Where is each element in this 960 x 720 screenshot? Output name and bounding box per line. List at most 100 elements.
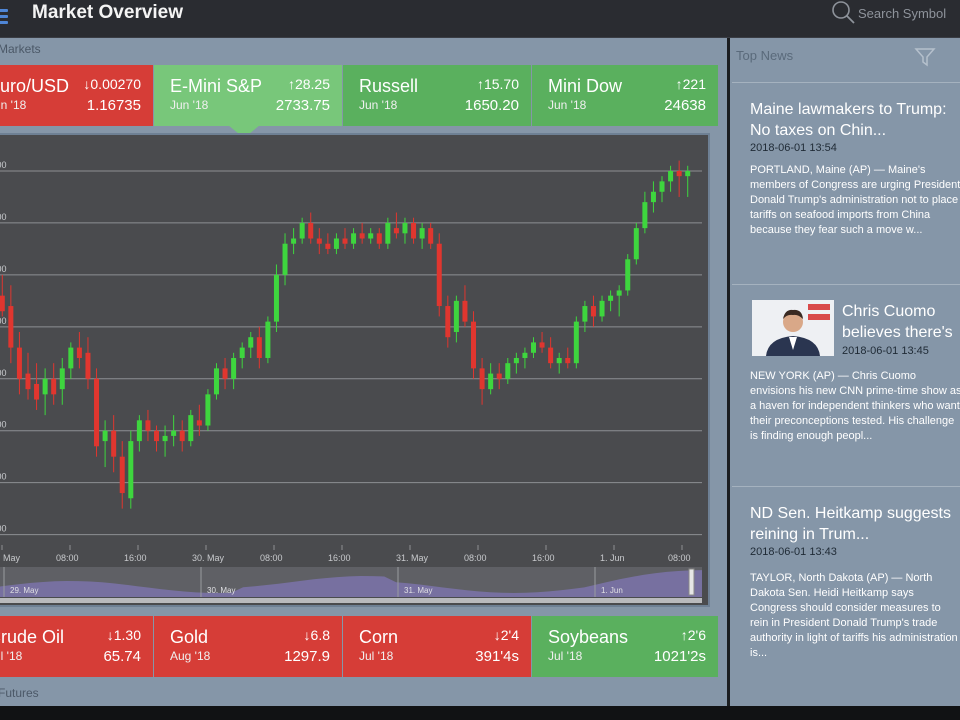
- news-headline: Chris Cuomo believes there's: [842, 303, 953, 341]
- candle-body: [308, 222, 314, 239]
- candle-body: [402, 222, 408, 234]
- market-tile-price: 391'4s: [475, 648, 519, 665]
- candle-body: [282, 243, 288, 275]
- market-tile-content: Gold Aug '18 ↓6.8 1297.9: [170, 616, 342, 677]
- market-tile-name: Corn: [359, 627, 399, 647]
- market-tile-change: ↑28.25: [287, 76, 330, 92]
- candle-body: [188, 415, 194, 442]
- candle-body: [145, 420, 151, 431]
- candle-body: [0, 295, 5, 312]
- navigator-label: 31. May: [404, 586, 432, 595]
- candle-body: [522, 352, 528, 358]
- candle-body: [136, 420, 142, 442]
- candle-body: [411, 222, 417, 239]
- navigator-scrollbar[interactable]: [0, 598, 702, 603]
- navigator-handle[interactable]: [688, 568, 695, 596]
- market-tile-contract: Jun '18: [548, 98, 587, 112]
- market-tile[interactable]: Euro/USD Jun '18 ↓0.00270 1.16735: [0, 65, 153, 126]
- navigator-label: 29. May: [10, 586, 38, 595]
- market-tile-contract: Jun '18: [170, 98, 209, 112]
- candle-body: [179, 430, 185, 442]
- candle-body: [16, 347, 22, 379]
- news-body: NEW YORK (AP) — Chris Cuomo envisions hi…: [750, 370, 960, 442]
- market-tile-contract: Jun '18: [0, 98, 27, 112]
- market-tile-content: Soybeans Jul '18 ↑2'6 1021'2s: [548, 616, 718, 677]
- candle-body: [436, 243, 442, 307]
- candle-body: [316, 238, 322, 244]
- candle-body: [162, 435, 168, 442]
- market-tile-price: 2733.75: [275, 97, 330, 114]
- candle-body: [34, 383, 40, 400]
- candle-body: [154, 430, 160, 442]
- candle-body: [453, 300, 459, 333]
- price-chart[interactable]: 2740.00 2730.00 2720.00 2710.00 2700.00 2690.…: [0, 133, 710, 607]
- y-tick-label: 2710.00: [0, 316, 7, 326]
- candle-body: [239, 347, 245, 358]
- market-tile-contract: Jul '18: [548, 649, 583, 663]
- candle-body: [333, 238, 339, 249]
- market-tile-content: Euro/USD Jun '18 ↓0.00270 1.16735: [0, 65, 153, 126]
- candle-body: [642, 202, 648, 229]
- navigator-label: 1. Jun: [601, 586, 623, 595]
- market-tile-price: 1297.9: [284, 648, 330, 665]
- filter-icon[interactable]: [914, 46, 936, 68]
- market-tile[interactable]: Gold Aug '18 ↓6.8 1297.9: [154, 616, 342, 677]
- market-tile-name: E-Mini S&P: [170, 76, 263, 96]
- candle-body: [616, 290, 622, 296]
- candle-body: [94, 378, 100, 447]
- candle-body: [471, 321, 477, 369]
- news-date: 2018-06-01 13:45: [842, 345, 929, 357]
- news-body: PORTLAND, Maine (AP) — Maine's members o…: [750, 164, 960, 236]
- market-tile[interactable]: Mini Dow Jun '18 ↑221 24638: [532, 65, 718, 126]
- news-thumbnail: [752, 300, 834, 356]
- candle-body: [676, 170, 682, 177]
- market-tile[interactable]: Soybeans Jul '18 ↑2'6 1021'2s: [532, 616, 718, 677]
- market-tile[interactable]: Russell Jun '18 ↑15.70 1650.20: [343, 65, 531, 126]
- candle-body: [273, 274, 279, 322]
- x-tick-label: 08:00: [464, 553, 487, 563]
- candle-body: [393, 228, 399, 234]
- market-tile[interactable]: Corn Jul '18 ↓2'4 391'4s: [343, 616, 531, 677]
- candle-body: [633, 228, 639, 260]
- candle-body: [513, 357, 519, 364]
- candle-body: [299, 222, 305, 239]
- x-tick-label: 08:00: [260, 553, 283, 563]
- search-input[interactable]: [858, 3, 960, 23]
- candle-body: [582, 306, 588, 322]
- x-tick-label: 08:00: [56, 553, 79, 563]
- candle-body: [342, 238, 348, 244]
- x-tick-label: 08:00: [668, 553, 691, 563]
- market-tile[interactable]: Crude Oil Jul '18 ↓1.30 65.74: [0, 616, 153, 677]
- news-item[interactable]: Chris Cuomo believes there's 2018-06-01 …: [732, 284, 960, 486]
- market-tile-price: 1021'2s: [653, 648, 706, 665]
- news-item[interactable]: Maine lawmakers to Trump: No taxes on Ch…: [732, 82, 960, 284]
- market-tile[interactable]: E-Mini S&P Jun '18 ↑28.25 2733.75: [154, 65, 342, 126]
- markets-section-label: Markets: [0, 42, 41, 56]
- candle-body: [608, 295, 614, 301]
- candle-body: [25, 373, 31, 390]
- page-title: Market Overview: [32, 2, 184, 23]
- search-box[interactable]: [830, 0, 960, 28]
- candle-body: [351, 233, 357, 244]
- person-photo-icon: [752, 300, 834, 356]
- news-item[interactable]: ND Sen. Heitkamp suggests reining in Tru…: [732, 486, 960, 706]
- candle-body: [548, 347, 554, 364]
- candle-body: [479, 368, 485, 390]
- candle-body: [59, 368, 65, 390]
- menu-icon[interactable]: [0, 6, 8, 26]
- y-tick-label: 2730.00: [0, 212, 7, 222]
- market-tile-contract: Jul '18: [0, 649, 23, 663]
- candle-body: [248, 337, 254, 348]
- candlestick-chart[interactable]: 2740.00 2730.00 2720.00 2710.00 2700.00 2690.…: [0, 135, 708, 605]
- market-tile-change: ↓1.30: [106, 627, 141, 643]
- market-tile-change: ↑221: [675, 76, 706, 92]
- candle-body: [231, 357, 237, 379]
- market-tile-content: Crude Oil Jul '18 ↓1.30 65.74: [0, 616, 153, 677]
- x-tick-label: 16:00: [124, 553, 147, 563]
- candle-body: [291, 238, 297, 244]
- candle-body: [205, 394, 211, 426]
- market-tile-change: ↑15.70: [476, 76, 519, 92]
- market-tile-contract: Aug '18: [170, 649, 211, 663]
- navigator-label: 30. May: [207, 586, 235, 595]
- candle-body: [102, 430, 108, 442]
